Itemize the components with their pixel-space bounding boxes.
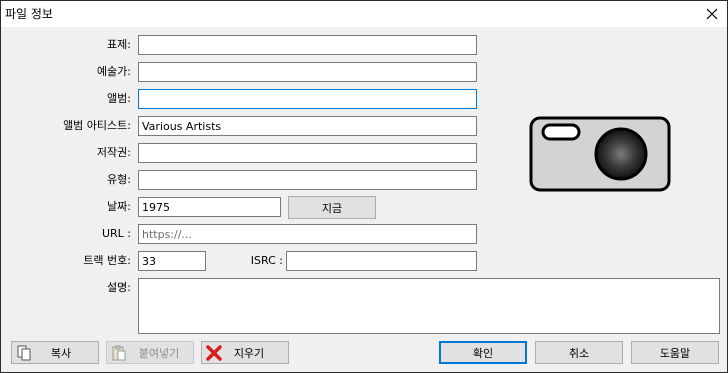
date-field[interactable]	[138, 197, 281, 217]
isrc-label: ISRC :	[250, 254, 283, 267]
ok-button[interactable]: 확인	[439, 341, 527, 364]
copy-icon	[17, 345, 31, 361]
help-button[interactable]: 도움말	[631, 341, 719, 364]
now-button[interactable]: 지금	[288, 196, 376, 219]
title-field[interactable]	[138, 35, 477, 55]
red-x-icon	[206, 345, 222, 361]
artist-field[interactable]	[138, 62, 477, 82]
title-bar: 파일 정보	[1, 1, 727, 27]
url-label: URL :	[101, 227, 131, 240]
album-artist-label: 앨범 아티스트:	[63, 119, 131, 132]
copy-button[interactable]: 복사	[11, 341, 99, 364]
file-info-dialog: 파일 정보 표제: 예술가: 앨범: 앨범 아티스트: 저작권: 유형: 날짜:…	[0, 0, 728, 373]
track-label: 트랙 번호:	[83, 254, 131, 267]
album-label: 앨범:	[107, 92, 131, 105]
cancel-button[interactable]: 취소	[535, 341, 623, 364]
title-label: 표제:	[107, 38, 131, 51]
paste-icon	[112, 345, 126, 361]
close-button[interactable]	[697, 1, 727, 27]
window-title: 파일 정보	[5, 7, 53, 21]
description-label: 설명:	[107, 281, 131, 294]
close-icon	[706, 8, 718, 20]
clear-button[interactable]: 지우기	[201, 341, 289, 364]
album-field[interactable]	[138, 89, 477, 109]
copyright-field[interactable]	[138, 143, 477, 163]
genre-label: 유형:	[107, 173, 131, 186]
description-field[interactable]	[138, 278, 720, 334]
paste-button[interactable]: 붙여넣기	[106, 341, 194, 364]
camera-icon[interactable]	[529, 116, 671, 192]
genre-field[interactable]	[138, 170, 477, 190]
artist-label: 예술가:	[96, 65, 131, 78]
paste-label: 붙여넣기	[138, 346, 180, 360]
date-label: 날짜:	[107, 200, 131, 213]
copyright-label: 저작권:	[96, 146, 131, 159]
isrc-field[interactable]	[286, 251, 477, 271]
url-field[interactable]	[138, 224, 477, 244]
clear-label: 지우기	[233, 346, 265, 360]
copy-label: 복사	[50, 346, 72, 360]
album-artist-field[interactable]	[138, 116, 477, 136]
track-number-field[interactable]	[138, 251, 206, 271]
